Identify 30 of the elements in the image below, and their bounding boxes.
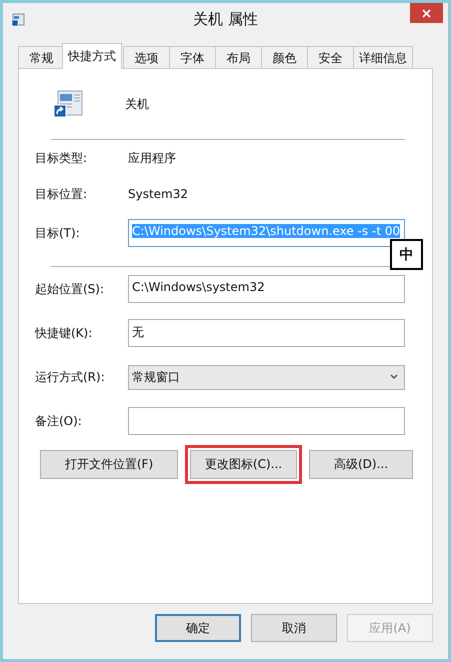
field-label: 快捷键(K): [35,324,94,342]
close-icon [422,8,431,18]
field-label: 起始位置(S): [35,280,106,298]
input-field[interactable] [128,407,405,435]
ime-indicator: 中 [390,239,423,270]
run-dropdown[interactable]: 常规窗口 [128,364,405,390]
field-label: 运行方式(R): [35,368,106,386]
tab[interactable]: 详细信息 [353,46,413,69]
input-field[interactable]: C:\Windows\system32 [128,275,405,303]
field-label: 目标位置: [35,186,88,202]
close-button[interactable] [410,3,443,23]
dialog-button[interactable]: 取消 [251,614,337,642]
chevron-down-icon [390,374,398,380]
field-label: 目标类型: [35,150,88,166]
dialog-button[interactable]: 确定 [155,614,241,642]
window-title: 关机 属性 [193,10,258,29]
field-label: 目标(T): [35,224,81,242]
input-field[interactable]: 无 [128,319,405,347]
shortcut-app-icon [11,13,25,27]
field-label: 备注(O): [35,412,83,430]
tab[interactable]: 常规 [18,46,65,69]
action-button[interactable]: 打开文件位置(F) [40,450,178,479]
field-value: System32 [128,187,188,201]
shortcut-name: 关机 [125,96,149,112]
tab[interactable]: 选项 [123,46,170,69]
action-button[interactable]: 更改图标(C)... [190,450,297,479]
shortcut-app-icon [53,89,83,119]
field-value: 应用程序 [128,150,176,166]
tab[interactable]: 快捷方式 [62,43,122,69]
action-button[interactable]: 高级(D)... [309,450,413,479]
